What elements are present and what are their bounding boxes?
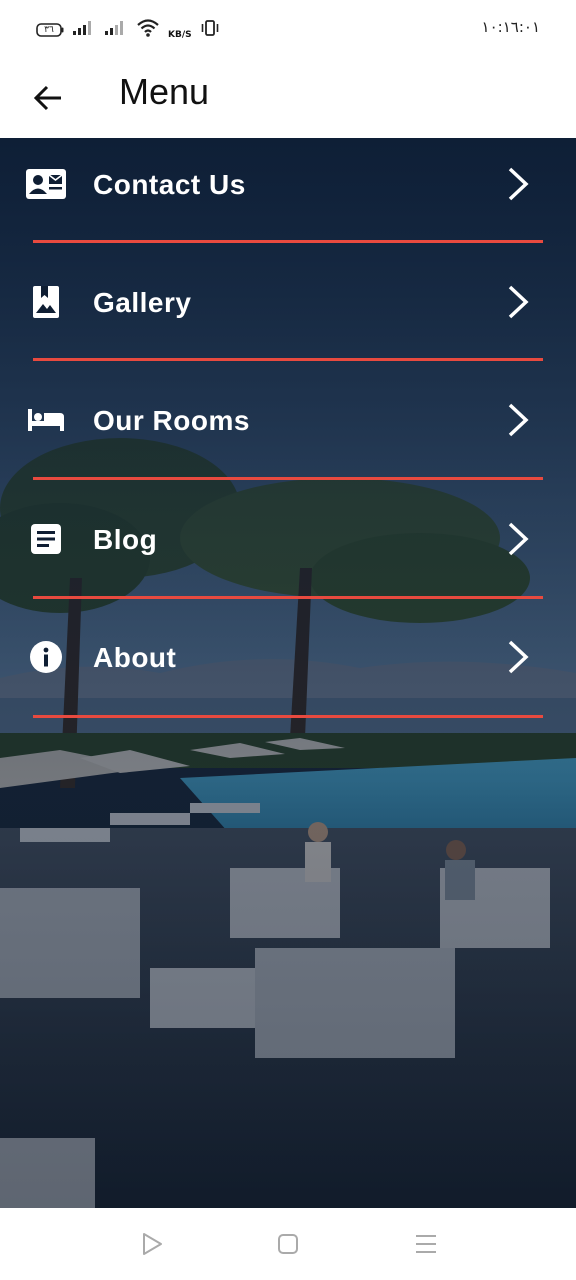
status-icons: ٣٦ KB/S xyxy=(36,18,220,42)
nav-recents-button[interactable] xyxy=(414,1232,438,1256)
menu-item-our-rooms[interactable]: Our Rooms xyxy=(0,374,576,480)
app-bar: Menu xyxy=(0,60,576,138)
nav-back-button[interactable] xyxy=(140,1232,164,1256)
menu-item-label: Gallery xyxy=(93,287,192,318)
contact-card-icon xyxy=(24,164,68,204)
menu-item-blog[interactable]: Blog xyxy=(0,493,576,599)
vibrate-icon xyxy=(200,19,220,42)
image-bookmark-icon xyxy=(24,282,68,322)
chevron-right-icon xyxy=(508,167,529,201)
nav-home-button[interactable] xyxy=(276,1232,300,1256)
menu-divider xyxy=(33,358,543,361)
home-square-icon xyxy=(278,1234,298,1254)
wifi-icon xyxy=(136,18,160,43)
menu-item-about[interactable]: About xyxy=(0,611,576,717)
arrow-left-icon xyxy=(33,85,61,111)
article-icon xyxy=(24,519,68,559)
chevron-right-icon xyxy=(508,403,529,437)
menu-divider xyxy=(33,715,543,718)
chevron-right-icon xyxy=(508,285,529,319)
menu-item-label: Our Rooms xyxy=(93,405,250,436)
system-nav-bar xyxy=(0,1208,576,1280)
chevron-right-icon xyxy=(508,522,529,556)
info-icon xyxy=(24,637,68,677)
back-triangle-icon xyxy=(143,1233,162,1255)
net-speed: KB/S xyxy=(168,29,192,40)
menu-divider xyxy=(33,477,543,480)
menu-divider xyxy=(33,596,543,599)
bed-icon xyxy=(24,400,68,440)
battery-level: ٣٦ xyxy=(44,25,54,35)
status-bar: ٣٦ KB/S ١٠:١٦:٠١ xyxy=(0,0,576,60)
menu-item-contact-us[interactable]: Contact Us xyxy=(0,138,576,244)
menu-item-gallery[interactable]: Gallery xyxy=(0,256,576,362)
menu-divider xyxy=(33,240,543,243)
battery-icon: ٣٦ xyxy=(36,23,64,37)
menu-item-label: About xyxy=(93,642,177,673)
page-title: Menu xyxy=(119,71,210,112)
menu-item-label: Contact Us xyxy=(93,169,246,200)
back-button[interactable] xyxy=(24,74,72,122)
chevron-right-icon xyxy=(508,640,529,674)
status-time: ١٠:١٦:٠١ xyxy=(481,18,540,36)
menu-item-label: Blog xyxy=(93,524,158,555)
menu-area: Contact Us Gallery Our Rooms Blog About xyxy=(0,138,576,1208)
signal-2-icon xyxy=(104,20,128,41)
signal-icon xyxy=(72,20,96,41)
recents-menu-icon xyxy=(416,1235,436,1253)
